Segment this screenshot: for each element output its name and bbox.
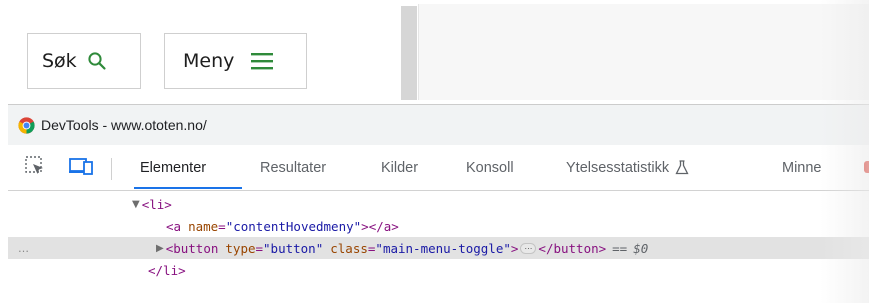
toolbar-divider	[111, 158, 112, 180]
button-attr-type-value: "button"	[263, 240, 324, 256]
overflow-indicator-icon	[864, 161, 869, 173]
search-button-label: Søk	[42, 50, 77, 72]
selected-eq: ==	[612, 240, 628, 256]
a-open-tag: <a	[166, 218, 182, 234]
tab-console[interactable]: Konsoll	[466, 146, 514, 189]
devtools-toolbar: Elementer Resultater Kilder Konsoll Ytel…	[8, 146, 869, 191]
devtools-window: DevTools - www.ototen.no/ Elementer Resu…	[8, 104, 869, 304]
chrome-icon	[18, 116, 35, 134]
tab-memory[interactable]: Minne	[782, 146, 822, 189]
tab-lighthouse-label: Ytelsesstatistikk	[566, 159, 670, 176]
devtools-title: DevTools - www.ototen.no/	[41, 117, 207, 133]
button-attr-class-value: "main-menu-toggle"	[375, 240, 511, 256]
tab-lighthouse[interactable]: Ytelsesstatistikk	[566, 146, 689, 189]
more-dots-icon[interactable]: …	[18, 242, 29, 255]
page-content-pane	[418, 4, 869, 100]
flask-icon	[675, 160, 689, 175]
page-scrollbar[interactable]	[401, 6, 417, 100]
menu-button[interactable]: Meny	[164, 33, 307, 89]
li-open-tag: <li>	[141, 196, 172, 212]
dom-line-anchor[interactable]: <a name = "contentHovedmeny" ></a>	[8, 215, 869, 237]
selected-dollar-ref: $0	[633, 240, 649, 256]
a-close-tag: ></a>	[361, 218, 399, 234]
button-attr-class: class	[330, 240, 368, 256]
button-open-tag: <button	[165, 240, 219, 256]
li-close-tag: </li>	[148, 262, 186, 278]
dom-line-li-open[interactable]: ▼ <li>	[8, 193, 869, 215]
button-attr-type: type	[225, 240, 256, 256]
tab-performance-results[interactable]: Resultater	[260, 146, 326, 189]
devtools-titlebar: DevTools - www.ototen.no/	[8, 105, 869, 145]
a-attr-name: name	[188, 218, 219, 234]
tab-elements[interactable]: Elementer	[140, 146, 206, 189]
active-tab-indicator	[134, 187, 242, 189]
site-header: Søk Meny	[0, 0, 400, 100]
collapsed-triangle-icon[interactable]: ▶	[156, 243, 164, 254]
inspect-element-icon[interactable]	[24, 155, 46, 177]
dom-line-button-selected[interactable]: … ▶ <button type = "button" class = "main-me…	[8, 237, 869, 259]
menu-button-label: Meny	[183, 50, 235, 72]
hamburger-icon	[250, 51, 274, 71]
button-close-tag: </button>	[538, 240, 607, 256]
search-button[interactable]: Søk	[27, 33, 141, 89]
ellipsis-badge[interactable]: ⋯	[520, 242, 537, 254]
tab-sources[interactable]: Kilder	[381, 146, 418, 189]
search-icon	[87, 51, 107, 71]
device-toolbar-icon[interactable]	[68, 155, 94, 177]
elements-tree: ▼ <li> <a name = "contentHovedmeny" ></a> ……	[8, 191, 869, 304]
button-mid-punct: >	[510, 240, 519, 256]
dom-line-li-close[interactable]: </li>	[8, 259, 869, 281]
website-area: Søk Meny	[0, 0, 869, 100]
expand-triangle-icon[interactable]: ▼	[132, 199, 140, 210]
a-attr-value: "contentHovedmeny"	[225, 218, 362, 234]
